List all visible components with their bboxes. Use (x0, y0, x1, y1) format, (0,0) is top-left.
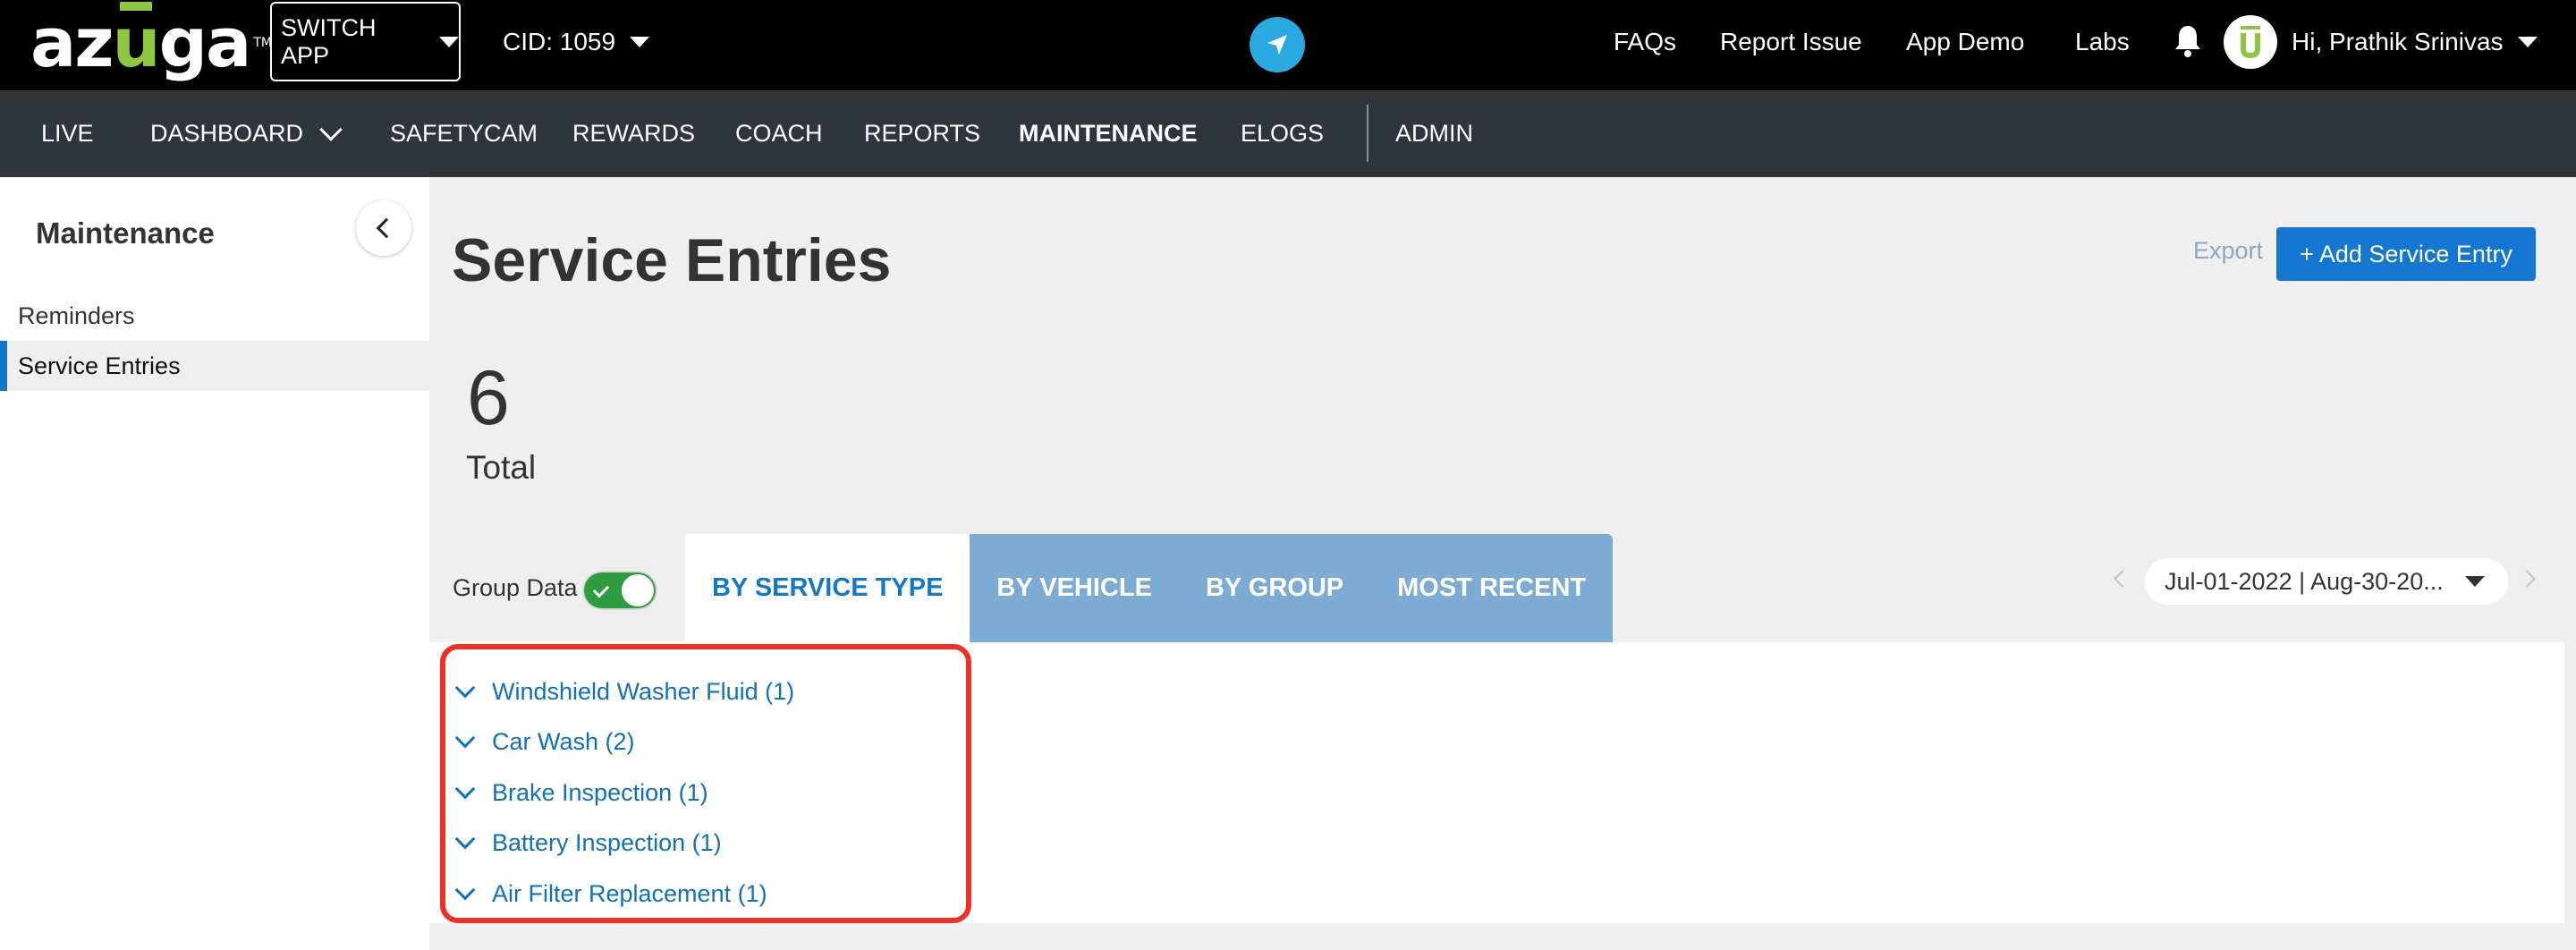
chevron-down-icon (319, 117, 343, 141)
sidebar-title: Maintenance (36, 216, 215, 250)
nav-rewards[interactable]: REWARDS (572, 90, 695, 177)
azuga-logo[interactable]: azuga TM (30, 2, 272, 79)
total-count: 6 (467, 355, 510, 441)
page-title: Service Entries (452, 226, 892, 294)
caret-down-icon (2465, 576, 2485, 587)
user-greeting: Hi, Prathik Srinivas (2292, 27, 2504, 55)
labs-link[interactable]: Labs (2075, 0, 2130, 83)
tab-by-vehicle[interactable]: BY VEHICLE (970, 534, 1179, 642)
sidebar-item-reminders[interactable]: Reminders (0, 291, 429, 341)
tab-by-service-type[interactable]: BY SERVICE TYPE (685, 534, 970, 642)
nav-divider (1367, 105, 1368, 162)
highlight-box (440, 644, 971, 923)
sidebar: Maintenance Reminders Service Entries (0, 177, 429, 950)
nav-coach[interactable]: COACH (735, 90, 823, 177)
top-bar: azuga TM SWITCH APP CID: 1059 FAQs Report… (0, 0, 2576, 90)
bell-icon[interactable] (2174, 23, 2202, 59)
user-menu[interactable]: Hi, Prathik Srinivas (2292, 0, 2538, 83)
date-range-picker[interactable]: Jul-01-2022 | Aug-30-20... (2145, 558, 2508, 605)
export-link[interactable]: Export (2193, 237, 2263, 265)
date-next-icon[interactable] (2518, 570, 2536, 588)
toggle-knob (622, 574, 654, 606)
nav-admin[interactable]: ADMIN (1395, 90, 1473, 177)
date-prev-icon[interactable] (2114, 570, 2131, 588)
cid-label: CID: 1059 (503, 27, 616, 55)
faqs-link[interactable]: FAQs (1614, 0, 1676, 83)
sidebar-item-service-entries[interactable]: Service Entries (0, 341, 429, 391)
report-issue-link[interactable]: Report Issue (1720, 0, 1862, 83)
chevron-left-icon (376, 217, 397, 239)
add-service-entry-button[interactable]: + Add Service Entry (2276, 227, 2536, 281)
date-range-value: Jul-01-2022 | Aug-30-20... (2165, 567, 2444, 595)
check-icon (592, 581, 610, 598)
switch-app-label: SWITCH APP (281, 13, 377, 69)
caret-down-icon (630, 36, 650, 47)
group-data-toggle[interactable] (582, 571, 657, 610)
nav-dashboard[interactable]: DASHBOARD (150, 90, 343, 177)
caret-down-icon (2517, 36, 2538, 47)
nav-live[interactable]: LIVE (41, 90, 94, 177)
nav-maintenance[interactable]: MAINTENANCE (1019, 90, 1198, 177)
total-label: Total (466, 449, 537, 486)
nav-reports[interactable]: REPORTS (864, 90, 980, 177)
cid-dropdown[interactable]: CID: 1059 (503, 0, 650, 83)
tab-by-group[interactable]: BY GROUP (1178, 534, 1371, 642)
nav-safetycam[interactable]: SAFETYCAM (390, 90, 538, 177)
collapse-sidebar-button[interactable] (356, 200, 411, 256)
app-demo-link[interactable]: App Demo (1906, 0, 2024, 83)
tab-bar: BY SERVICE TYPE BY VEHICLE BY GROUP MOST… (685, 534, 1614, 642)
nav-elogs[interactable]: ELOGS (1241, 90, 1324, 177)
avatar[interactable] (2224, 15, 2277, 69)
main-nav: LIVE DASHBOARD SAFETYCAM REWARDS COACH R… (0, 90, 2576, 177)
switch-app-dropdown[interactable]: SWITCH APP (270, 2, 461, 81)
caret-down-icon (439, 36, 459, 47)
location-arrow-icon[interactable] (1250, 17, 1305, 72)
tab-most-recent[interactable]: MOST RECENT (1370, 534, 1614, 642)
group-data-label: Group Data (453, 574, 578, 601)
